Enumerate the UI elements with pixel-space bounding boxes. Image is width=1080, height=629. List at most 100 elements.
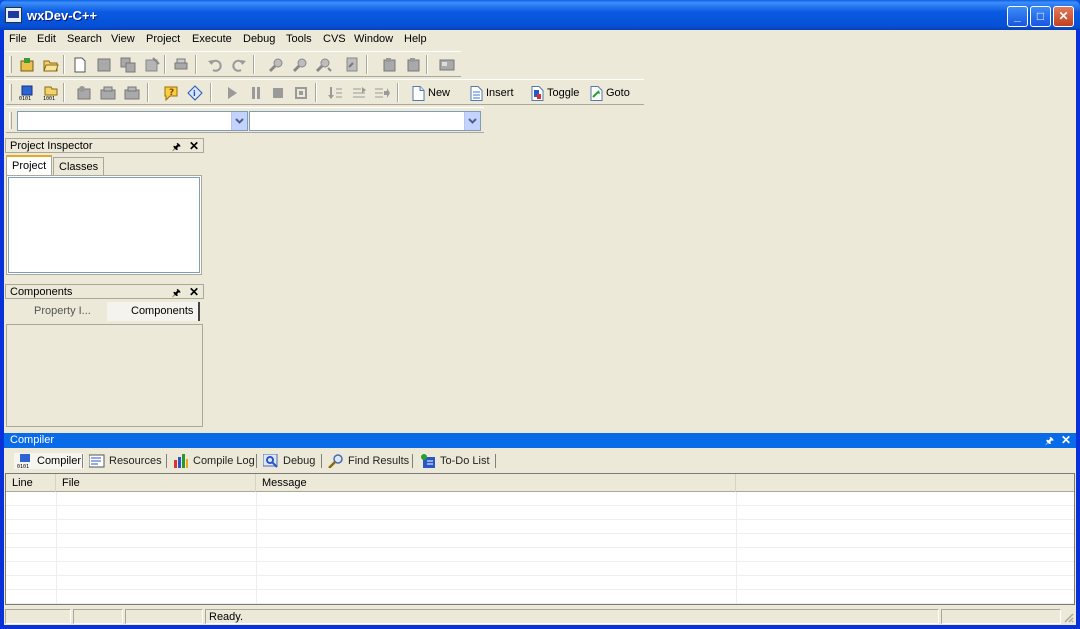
print-icon[interactable] bbox=[173, 57, 189, 73]
toolbar-grip[interactable] bbox=[9, 112, 12, 129]
resize-grip-icon[interactable] bbox=[1063, 612, 1074, 623]
goto-bookmark-button[interactable]: Goto bbox=[590, 84, 630, 102]
step-out-icon[interactable] bbox=[374, 85, 390, 101]
client-area: File Edit Search View Project Execute De… bbox=[4, 30, 1076, 625]
toolbar-grip[interactable] bbox=[9, 84, 12, 101]
chevron-down-icon[interactable] bbox=[464, 112, 480, 130]
replace-icon[interactable] bbox=[292, 57, 308, 73]
compile-icon[interactable]: 0101 bbox=[19, 85, 35, 101]
run-icon[interactable] bbox=[76, 85, 92, 101]
compiler-panel-header[interactable]: Compiler 🖈 ✕ bbox=[4, 433, 1076, 448]
components-palette[interactable] bbox=[6, 324, 203, 427]
maximize-button[interactable]: □ bbox=[1030, 6, 1051, 27]
save-all-icon[interactable] bbox=[120, 57, 136, 73]
column-header-message[interactable]: Message bbox=[256, 474, 736, 492]
remove-from-project-icon[interactable] bbox=[406, 57, 422, 73]
project-tree[interactable] bbox=[6, 175, 202, 275]
toggle-bookmark-button[interactable]: Toggle bbox=[531, 84, 579, 102]
pause-icon[interactable] bbox=[224, 85, 240, 101]
panel-title: Compiler bbox=[10, 434, 55, 446]
debug-run-icon[interactable] bbox=[124, 85, 140, 101]
table-row[interactable] bbox=[6, 492, 1074, 506]
table-row[interactable] bbox=[6, 562, 1074, 576]
new-project-icon[interactable] bbox=[19, 57, 35, 73]
tab-todo-list[interactable]: To-Do List bbox=[420, 453, 490, 469]
close-file-icon[interactable] bbox=[144, 57, 160, 73]
menu-tools[interactable]: Tools bbox=[286, 33, 312, 45]
tab-components[interactable]: Components bbox=[107, 302, 201, 321]
table-row[interactable] bbox=[6, 590, 1074, 604]
menu-window[interactable]: Window bbox=[354, 33, 393, 45]
find-next-icon[interactable] bbox=[316, 57, 332, 73]
step-icon[interactable] bbox=[293, 85, 309, 101]
app-icon[interactable] bbox=[5, 7, 22, 23]
member-combo[interactable] bbox=[249, 111, 481, 131]
new-bookmark-button[interactable]: New bbox=[412, 84, 450, 102]
step-into-icon[interactable] bbox=[351, 85, 367, 101]
open-icon[interactable] bbox=[43, 57, 59, 73]
column-header-file[interactable]: File bbox=[56, 474, 256, 492]
step-over-icon[interactable] bbox=[327, 85, 343, 101]
pause-icon[interactable] bbox=[248, 85, 264, 101]
menu-file[interactable]: File bbox=[9, 33, 27, 45]
tab-label: Compile Log bbox=[193, 455, 255, 467]
tab-property-inspector[interactable]: Property I... bbox=[29, 302, 96, 321]
main-toolbar bbox=[6, 51, 461, 77]
chevron-down-icon[interactable] bbox=[231, 112, 247, 130]
title-bar[interactable]: wxDev-C++ _ □ ✕ bbox=[0, 0, 1080, 30]
tab-classes[interactable]: Classes bbox=[53, 157, 105, 176]
save-icon[interactable] bbox=[96, 57, 112, 73]
menu-debug[interactable]: Debug bbox=[243, 33, 275, 45]
menu-execute[interactable]: Execute bbox=[192, 33, 232, 45]
undo-icon[interactable] bbox=[207, 57, 223, 73]
add-to-project-icon[interactable] bbox=[382, 57, 398, 73]
class-combo[interactable] bbox=[17, 111, 248, 131]
project-options-icon[interactable] bbox=[439, 57, 455, 73]
tab-debug[interactable]: Debug bbox=[263, 453, 315, 469]
toolbar-grip[interactable] bbox=[9, 56, 12, 73]
find-icon[interactable] bbox=[268, 57, 284, 73]
minimize-button[interactable]: _ bbox=[1007, 6, 1028, 27]
menu-cvs[interactable]: CVS bbox=[323, 33, 346, 45]
components-header[interactable]: Components 🖈 ✕ bbox=[5, 284, 204, 299]
tab-compile-log[interactable]: Compile Log bbox=[173, 453, 255, 469]
menu-edit[interactable]: Edit bbox=[37, 33, 56, 45]
close-icon[interactable]: ✕ bbox=[1061, 433, 1071, 447]
menu-help[interactable]: Help bbox=[404, 33, 427, 45]
status-cell-lines bbox=[125, 609, 203, 624]
table-row[interactable] bbox=[6, 576, 1074, 590]
column-header-line[interactable]: Line bbox=[6, 474, 56, 492]
insert-button[interactable]: Insert bbox=[470, 84, 514, 102]
help-icon[interactable]: ? bbox=[163, 85, 179, 101]
menu-project[interactable]: Project bbox=[146, 33, 180, 45]
redo-icon[interactable] bbox=[231, 57, 247, 73]
stop-icon[interactable] bbox=[270, 85, 286, 101]
table-row[interactable] bbox=[6, 534, 1074, 548]
tab-resources[interactable]: Resources bbox=[89, 453, 162, 469]
close-button[interactable]: ✕ bbox=[1053, 6, 1074, 27]
insert-icon bbox=[470, 85, 483, 101]
table-row[interactable] bbox=[6, 506, 1074, 520]
table-row[interactable] bbox=[6, 548, 1074, 562]
pin-icon[interactable]: 🖈 bbox=[172, 140, 181, 157]
pin-icon[interactable]: 🖈 bbox=[172, 286, 181, 303]
svg-text:0101: 0101 bbox=[19, 96, 31, 101]
goto-line-icon[interactable] bbox=[344, 57, 360, 73]
compile-run-icon[interactable]: 1001 bbox=[43, 85, 59, 101]
about-icon[interactable]: i bbox=[187, 85, 203, 101]
compiler-messages-list[interactable]: Line File Message bbox=[5, 473, 1075, 605]
compile-toolbar: 0101 1001 ? i New Insert Toggle Goto bbox=[6, 79, 644, 105]
panel-title: Components bbox=[10, 286, 73, 298]
tab-project[interactable]: Project bbox=[6, 155, 53, 176]
close-icon[interactable]: ✕ bbox=[189, 285, 199, 299]
menu-view[interactable]: View bbox=[111, 33, 135, 45]
tab-find-results[interactable]: Find Results bbox=[328, 453, 409, 469]
tab-label: Compiler bbox=[37, 455, 82, 467]
new-file-icon[interactable] bbox=[72, 57, 88, 73]
tab-compiler[interactable]: 0101 Compiler bbox=[14, 453, 85, 469]
close-icon[interactable]: ✕ bbox=[189, 139, 199, 153]
project-inspector-header[interactable]: Project Inspector 🖈 ✕ bbox=[5, 138, 204, 153]
menu-search[interactable]: Search bbox=[67, 33, 102, 45]
rebuild-icon[interactable] bbox=[100, 85, 116, 101]
table-row[interactable] bbox=[6, 520, 1074, 534]
